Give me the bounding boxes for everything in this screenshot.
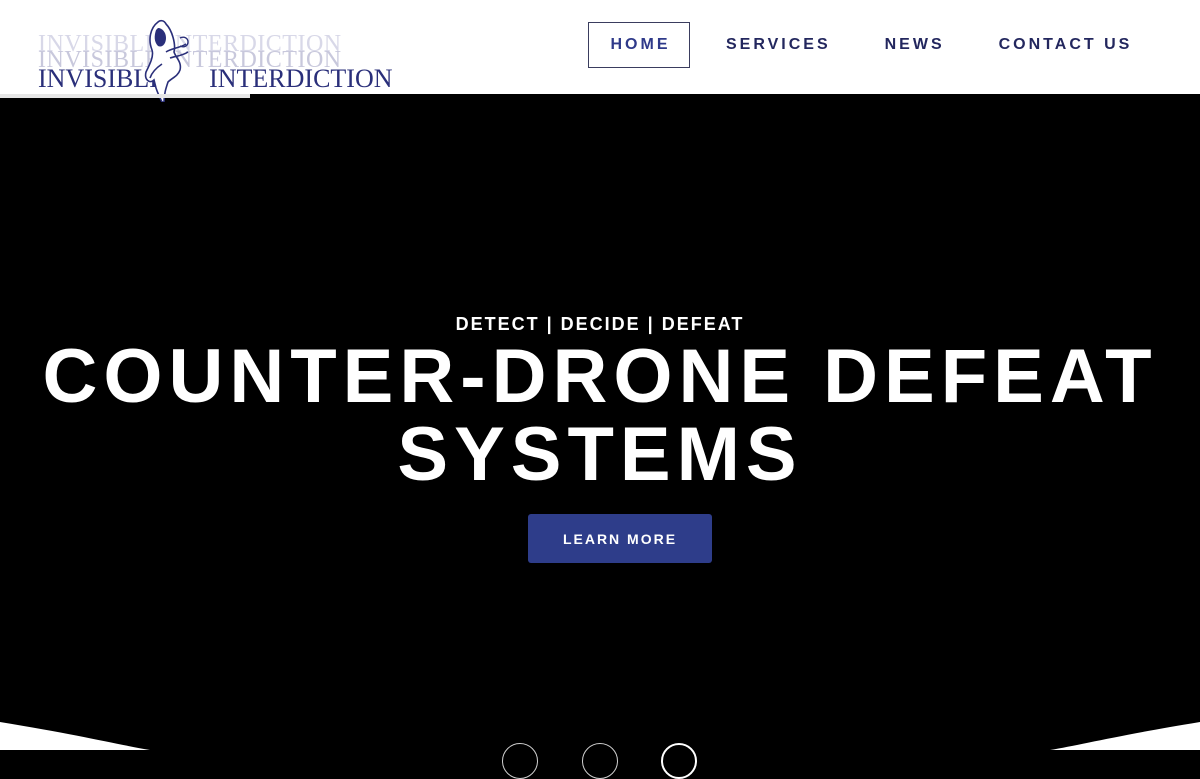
site-header: INVISIBLE INTERDICTION INVISIBLE INTERDI… bbox=[0, 0, 1200, 102]
hero-section: DETECT | DECIDE | DEFEAT COUNTER-DRONE D… bbox=[0, 94, 1200, 750]
logo-wordmark: INVISIBLE INTERDICTION bbox=[38, 66, 393, 92]
hooded-figure-icon bbox=[144, 19, 189, 102]
hero-headline-line1: COUNTER-DRONE DEFEAT bbox=[42, 334, 1158, 419]
nav-contact-us[interactable]: CONTACT US bbox=[999, 22, 1133, 68]
logo-word-right: INTERDICTION bbox=[209, 64, 393, 93]
slider-dot-3[interactable] bbox=[661, 743, 697, 779]
nav-news[interactable]: NEWS bbox=[885, 22, 945, 68]
slider-dot-1[interactable] bbox=[502, 743, 538, 779]
hero-headline-line2: SYSTEMS bbox=[397, 412, 803, 497]
nav-home[interactable]: HOME bbox=[588, 22, 690, 68]
nav-services[interactable]: SERVICES bbox=[726, 22, 831, 68]
hero-tagline: DETECT | DECIDE | DEFEAT bbox=[455, 314, 745, 334]
slider-dot-2[interactable] bbox=[582, 743, 618, 779]
main-nav: HOME SERVICES NEWS CONTACT US bbox=[588, 22, 1132, 68]
logo-underline bbox=[0, 94, 250, 98]
learn-more-button[interactable]: LEARN MORE bbox=[528, 514, 712, 563]
hero-headline: COUNTER-DRONE DEFEAT SYSTEMS bbox=[0, 338, 1200, 494]
brand-logo[interactable]: INVISIBLE INTERDICTION INVISIBLE INTERDI… bbox=[38, 18, 393, 102]
